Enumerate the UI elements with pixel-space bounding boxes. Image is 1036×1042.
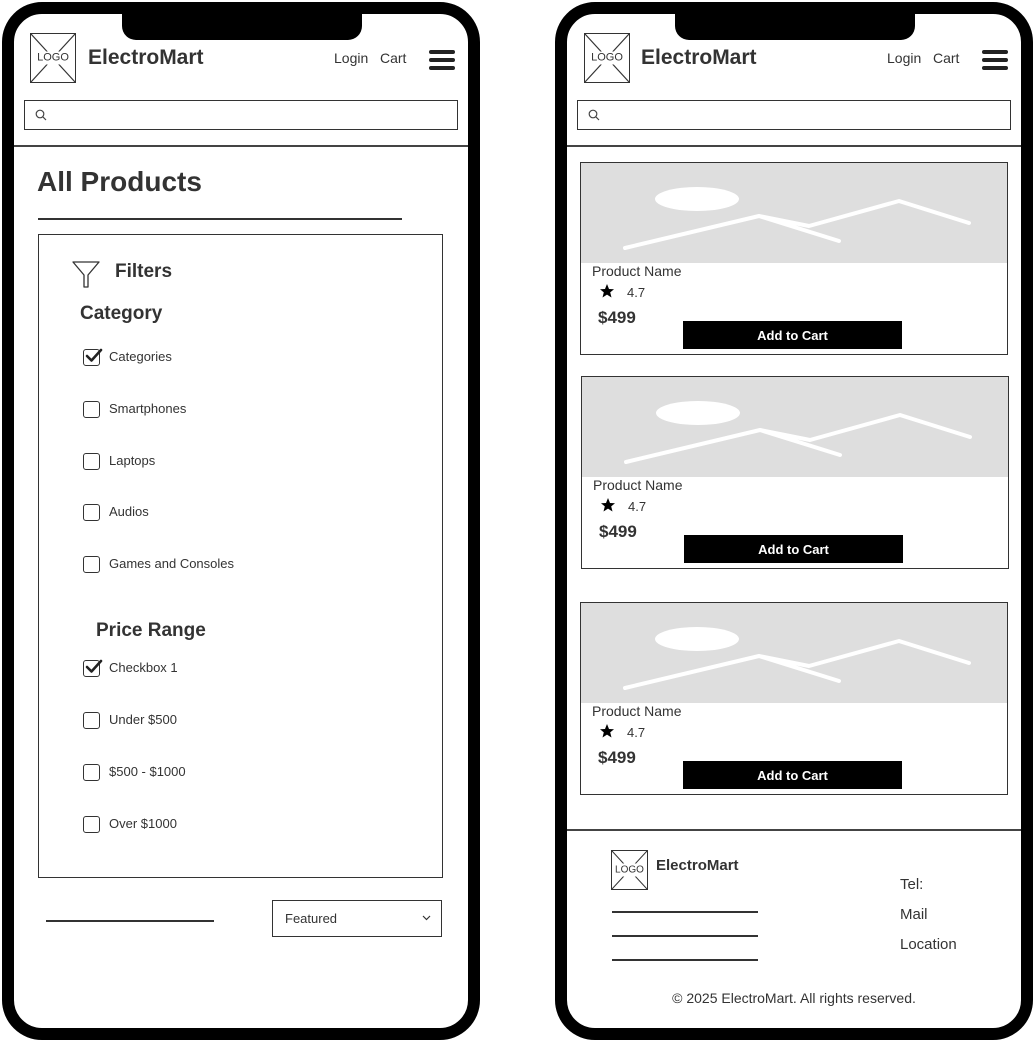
search-icon	[35, 109, 47, 121]
star-icon	[601, 498, 615, 512]
logo-text: LOGO	[615, 863, 644, 877]
product-image	[582, 377, 1008, 477]
login-link[interactable]: Login	[334, 50, 368, 66]
product-price: $499	[598, 748, 636, 767]
product-image	[581, 603, 1007, 703]
logo-text: LOGO	[591, 51, 623, 65]
phone-notch	[122, 14, 362, 40]
star-icon	[600, 724, 614, 738]
category-title: Category	[80, 303, 163, 324]
product-card[interactable]: Product Name 4.7 $499 Add to Cart	[581, 376, 1009, 569]
product-image	[581, 163, 1007, 263]
phone-notch	[675, 14, 915, 40]
product-name[interactable]: Product Name	[592, 263, 681, 279]
add-to-cart-button[interactable]: Add to Cart	[683, 761, 902, 789]
header-divider	[567, 145, 1021, 147]
rating-value: 4.7	[628, 499, 647, 514]
checkbox[interactable]	[83, 712, 100, 729]
star-icon	[600, 284, 614, 298]
checkmark-icon	[85, 348, 103, 362]
logo-text: LOGO	[37, 51, 69, 65]
add-to-cart-button[interactable]: Add to Cart	[684, 535, 903, 563]
rating-value: 4.7	[627, 285, 646, 300]
footer-logo[interactable]: LOGO	[611, 850, 648, 890]
search-input[interactable]	[24, 100, 458, 130]
login-link[interactable]: Login	[887, 50, 921, 66]
checkbox[interactable]	[83, 504, 100, 521]
checkbox-label: Categories	[109, 349, 172, 364]
footer-divider	[567, 829, 1021, 831]
checkbox[interactable]	[83, 348, 103, 366]
sort-select-value: Featured	[285, 911, 338, 926]
logo[interactable]: LOGO	[30, 33, 76, 83]
search-icon	[588, 109, 600, 121]
cart-link[interactable]: Cart	[933, 50, 959, 66]
checkbox[interactable]	[83, 659, 103, 677]
phone-frame-catalog: LOGO ElectroMart Login Cart All Products…	[2, 2, 480, 1040]
header-divider	[14, 145, 468, 147]
footer-tel: Tel:	[900, 876, 924, 893]
filter-panel: Filters Category Categories Smartphones …	[38, 234, 443, 878]
checkbox[interactable]	[83, 556, 100, 573]
footer-brand: ElectroMart	[656, 857, 739, 874]
rating-value: 4.7	[627, 725, 646, 740]
checkbox[interactable]	[83, 764, 100, 781]
price-range-title: Price Range	[96, 620, 206, 641]
checkbox-label: Smartphones	[109, 401, 187, 416]
checkmark-icon	[85, 659, 103, 673]
checkbox[interactable]	[83, 401, 100, 418]
chevron-down-icon	[422, 915, 431, 921]
search-input[interactable]	[577, 100, 1011, 130]
image-placeholder-icon	[623, 187, 971, 250]
footer-link-placeholder[interactable]	[612, 911, 758, 913]
menu-icon[interactable]	[982, 50, 1008, 70]
product-card[interactable]: Product Name 4.7 $499 Add to Cart	[580, 602, 1008, 795]
product-name[interactable]: Product Name	[593, 477, 682, 493]
filters-label: Filters	[115, 261, 173, 282]
footer-link-placeholder[interactable]	[612, 935, 758, 937]
funnel-icon	[72, 261, 100, 288]
checkbox[interactable]	[83, 816, 100, 833]
checkbox-label: $500 - $1000	[109, 764, 186, 779]
checkbox-label: Over $1000	[109, 816, 177, 831]
image-placeholder-icon	[624, 401, 972, 464]
checkbox-label: Laptops	[109, 453, 156, 468]
sort-select[interactable]: Featured	[272, 900, 442, 937]
checkbox-label: Under $500	[109, 712, 177, 727]
product-price: $499	[599, 522, 637, 541]
menu-icon[interactable]	[429, 50, 455, 70]
product-card[interactable]: Product Name 4.7 $499 Add to Cart	[580, 162, 1008, 355]
copyright-text: © 2025 ElectroMart. All rights reserved.	[672, 990, 916, 1006]
divider-line	[46, 920, 214, 922]
image-placeholder-icon	[623, 627, 971, 690]
checkbox-label: Audios	[109, 504, 149, 519]
footer-mail: Mail	[900, 906, 928, 923]
checkbox-label: Games and Consoles	[109, 556, 235, 571]
title-underline	[38, 218, 402, 220]
footer-location: Location	[900, 936, 957, 953]
add-to-cart-button[interactable]: Add to Cart	[683, 321, 902, 349]
product-price: $499	[598, 308, 636, 327]
phone-frame-products: LOGO ElectroMart Login Cart Product Name…	[555, 2, 1033, 1040]
checkbox[interactable]	[83, 453, 100, 470]
brand-name[interactable]: ElectroMart	[641, 46, 757, 70]
footer-link-placeholder[interactable]	[612, 959, 758, 961]
page-title: All Products	[37, 166, 202, 197]
product-name[interactable]: Product Name	[592, 703, 681, 719]
checkbox-label: Checkbox 1	[109, 660, 178, 675]
logo[interactable]: LOGO	[584, 33, 630, 83]
cart-link[interactable]: Cart	[380, 50, 406, 66]
brand-name[interactable]: ElectroMart	[88, 46, 204, 70]
